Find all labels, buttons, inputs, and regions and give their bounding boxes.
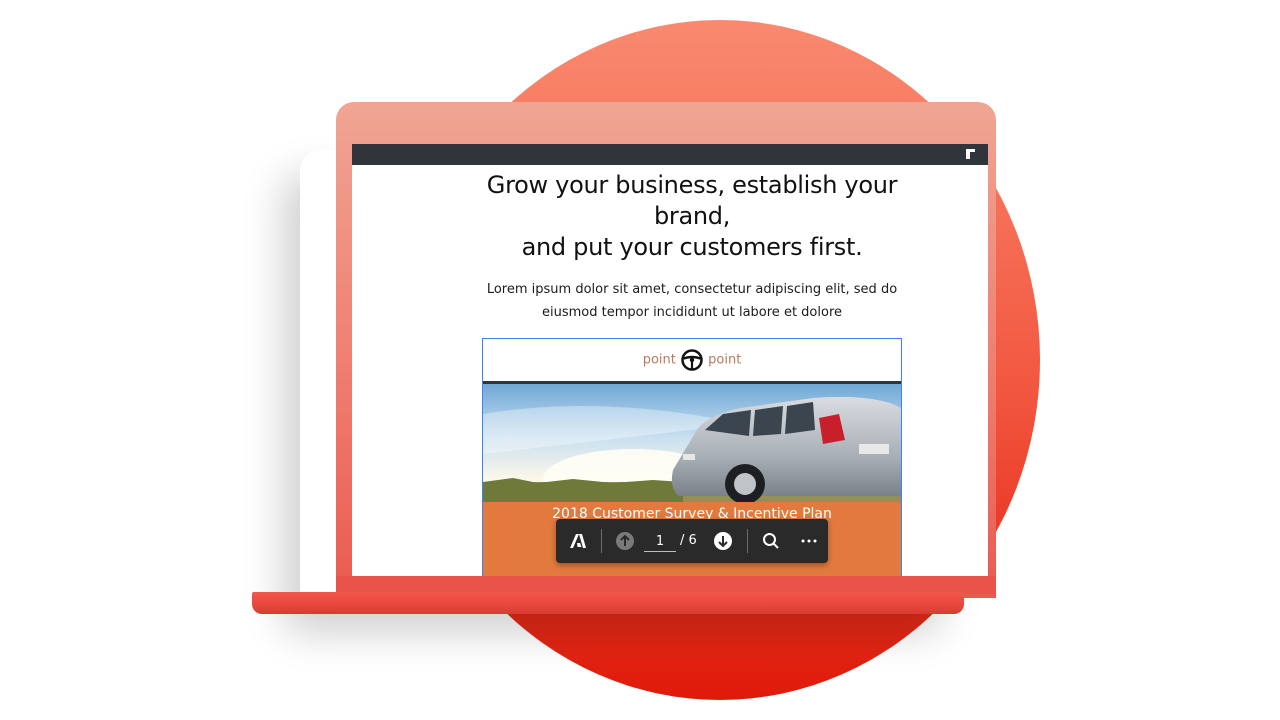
- page-up-icon[interactable]: [614, 529, 636, 553]
- hero-title-line-1: Grow your business, establish your: [486, 171, 898, 199]
- hero-title-line-3: and put your customers first.: [521, 233, 863, 261]
- hero-title-line-2: brand,: [653, 202, 731, 230]
- hero-subtitle-line-2: eiusmod tempor incididunt ut labore et d…: [542, 305, 842, 320]
- top-bar-edge-glyph: [966, 146, 976, 160]
- laptop-base: [252, 592, 964, 614]
- toolbar-divider: [601, 529, 602, 553]
- adobe-icon[interactable]: [568, 529, 588, 553]
- search-icon[interactable]: [760, 529, 782, 553]
- logo-word-right: point: [708, 352, 742, 368]
- hero-title: Grow your business, establish your brand…: [472, 170, 912, 263]
- site-top-bar: [352, 144, 988, 165]
- hero-subtitle-line-1: Lorem ipsum dolor sit amet, consectetur …: [486, 282, 898, 297]
- steering-wheel-icon: [681, 349, 703, 371]
- logo-word-left: point: [642, 352, 676, 368]
- page-total-label: / 6: [680, 533, 697, 548]
- laptop-screen: Grow your business, establish your brand…: [352, 144, 988, 576]
- pdf-page-header: point point: [483, 339, 901, 384]
- point2point-logo: point point: [483, 349, 901, 371]
- page-down-icon[interactable]: [712, 529, 734, 553]
- more-icon[interactable]: [798, 529, 820, 553]
- page-number-input[interactable]: [644, 531, 676, 552]
- pdf-viewer-toolbar: / 6: [556, 519, 828, 563]
- car-photo: [483, 384, 901, 502]
- toolbar-divider: [747, 529, 748, 553]
- hero-subtitle: Lorem ipsum dolor sit amet, consectetur …: [472, 278, 912, 324]
